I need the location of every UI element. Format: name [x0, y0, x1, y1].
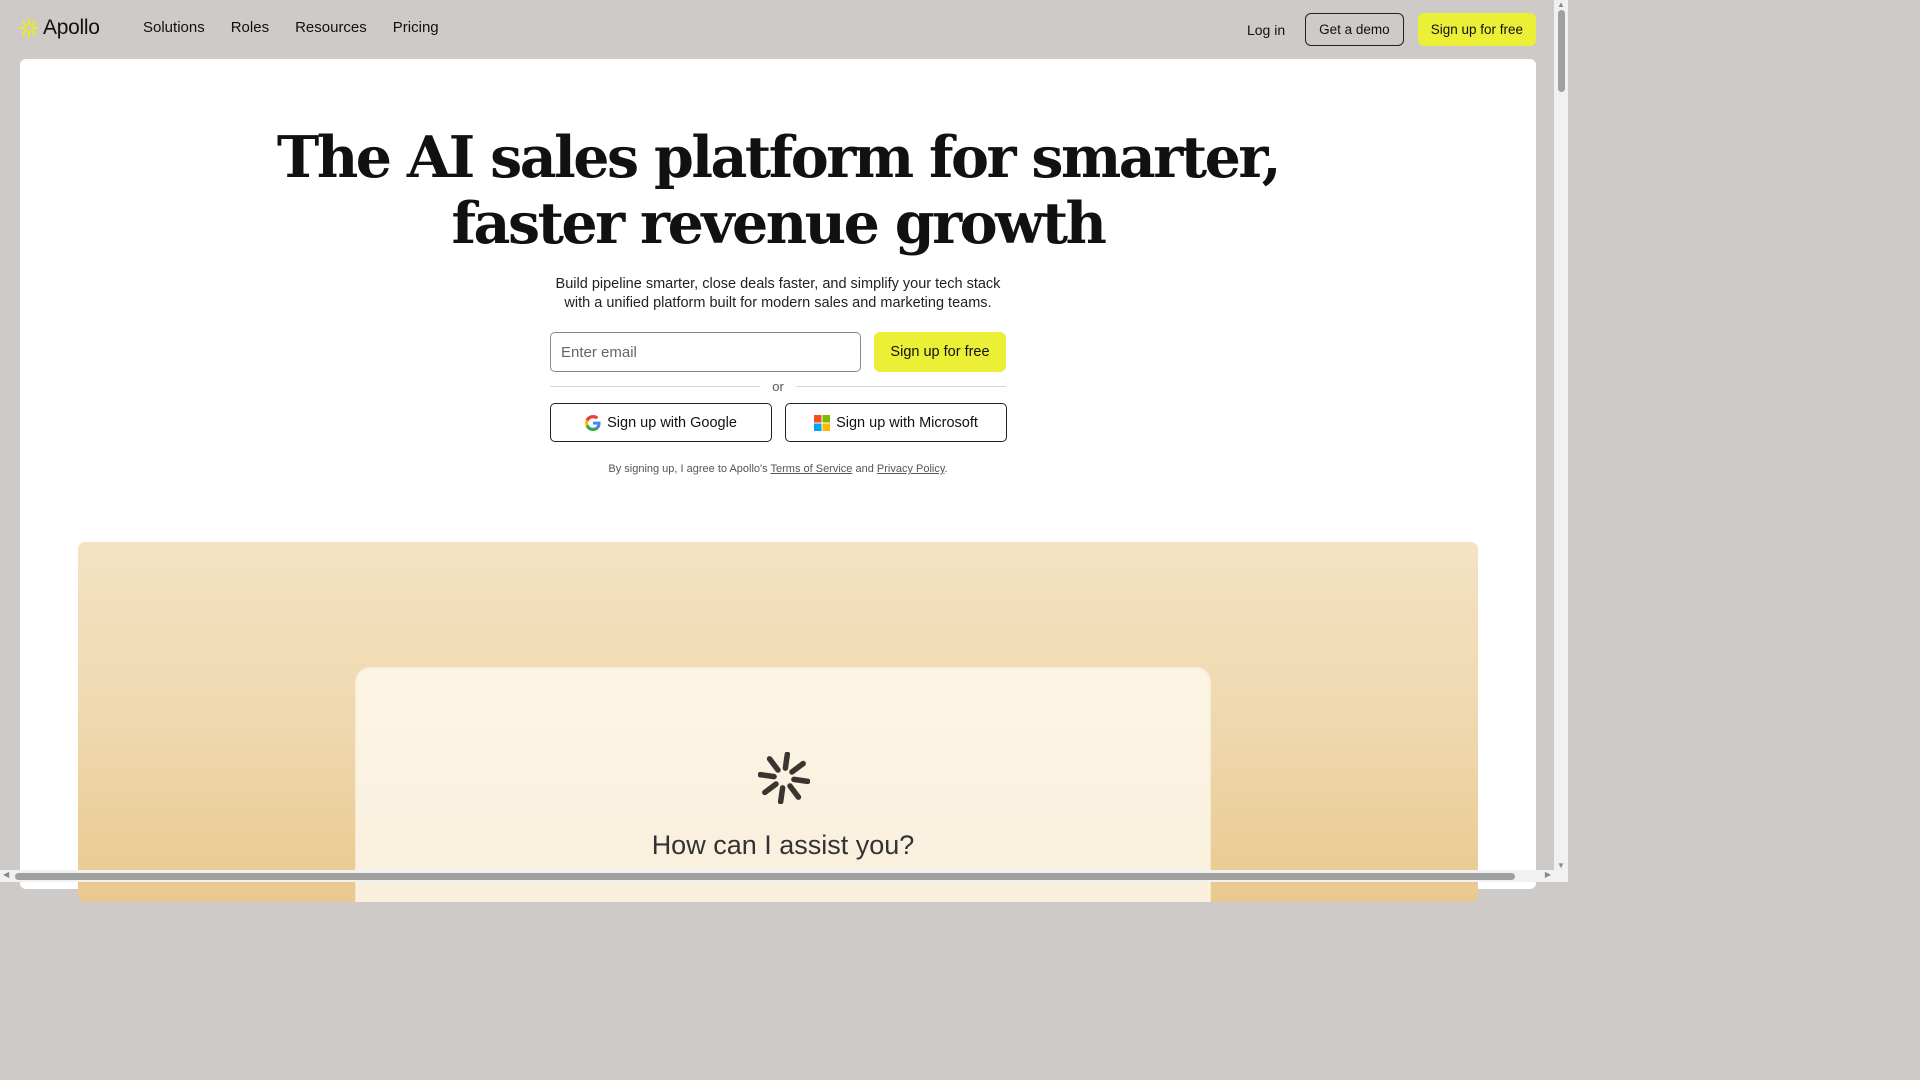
top-navigation: Apollo Solutions Roles Resources Pricing… — [0, 0, 1554, 58]
divider-line-right — [795, 386, 1006, 387]
hero-title-line-2: faster revenue growth — [451, 190, 1107, 257]
nav-pricing[interactable]: Pricing — [393, 19, 439, 36]
signup-button[interactable]: Sign up for free — [874, 332, 1006, 372]
microsoft-icon — [814, 414, 831, 431]
get-demo-button[interactable]: Get a demo — [1305, 13, 1404, 46]
horizontal-scroll-thumb[interactable] — [15, 873, 1515, 880]
hero-subtitle-line-2: with a unified platform built for modern… — [564, 294, 992, 311]
scroll-down-arrow-icon[interactable]: ▼ — [1557, 861, 1565, 870]
vertical-scrollbar[interactable]: ▲ ▼ — [1554, 0, 1568, 882]
nav-actions: Log in Get a demo Sign up for free — [1247, 13, 1536, 46]
login-link[interactable]: Log in — [1247, 22, 1285, 38]
nav-solutions[interactable]: Solutions — [143, 19, 205, 36]
scroll-up-arrow-icon[interactable]: ▲ — [1557, 0, 1565, 9]
legal-prefix: By signing up, I agree to Apollo's — [608, 463, 771, 475]
privacy-policy-link[interactable]: Privacy Policy — [877, 463, 945, 475]
signup-top-button[interactable]: Sign up for free — [1417, 13, 1536, 46]
scroll-right-arrow-icon[interactable]: ▶ — [1545, 870, 1551, 879]
google-signup-button[interactable]: Sign up with Google — [550, 403, 772, 442]
microsoft-signup-label: Sign up with Microsoft — [836, 414, 978, 431]
divider-line-left — [550, 386, 761, 387]
hero-title-line-1: The AI sales platform for smarter, — [276, 124, 1282, 191]
assistant-panel: How can I assist you? — [356, 668, 1210, 902]
google-signup-label: Sign up with Google — [607, 414, 737, 431]
email-input[interactable] — [550, 332, 861, 372]
or-divider: or — [550, 379, 1006, 394]
apollo-spinner-icon — [758, 752, 810, 804]
horizontal-scrollbar[interactable]: ◀ ▶ — [0, 870, 1554, 882]
legal-and: and — [852, 463, 877, 475]
google-icon — [585, 414, 601, 431]
hero-subtitle: Build pipeline smarter, close deals fast… — [20, 275, 1536, 312]
brand-name: Apollo — [43, 16, 100, 39]
oauth-buttons: Sign up with Google Sign up with Microso… — [550, 403, 1007, 442]
terms-of-service-link[interactable]: Terms of Service — [771, 463, 853, 475]
apollo-asterisk-icon — [19, 18, 39, 38]
vertical-scroll-thumb[interactable] — [1558, 10, 1565, 92]
nav-roles[interactable]: Roles — [231, 19, 269, 36]
scroll-left-arrow-icon[interactable]: ◀ — [3, 870, 9, 879]
main-content: The AI sales platform for smarter, faste… — [20, 59, 1536, 902]
hero-title: The AI sales platform for smarter, faste… — [20, 125, 1536, 257]
nav-resources[interactable]: Resources — [295, 19, 367, 36]
or-label: or — [772, 379, 784, 394]
microsoft-signup-button[interactable]: Sign up with Microsoft — [785, 403, 1007, 442]
legal-suffix: . — [944, 463, 948, 475]
legal-notice: By signing up, I agree to Apollo's Terms… — [20, 463, 1536, 475]
apollo-logo[interactable]: Apollo — [19, 16, 100, 40]
hero-subtitle-line-1: Build pipeline smarter, close deals fast… — [555, 276, 1001, 292]
assistant-prompt: How can I assist you? — [651, 830, 915, 860]
email-signup-form: Sign up for free — [550, 332, 1006, 372]
main-menu: Solutions Roles Resources Pricing — [143, 19, 439, 36]
hero-visual: How can I assist you? — [78, 542, 1478, 902]
